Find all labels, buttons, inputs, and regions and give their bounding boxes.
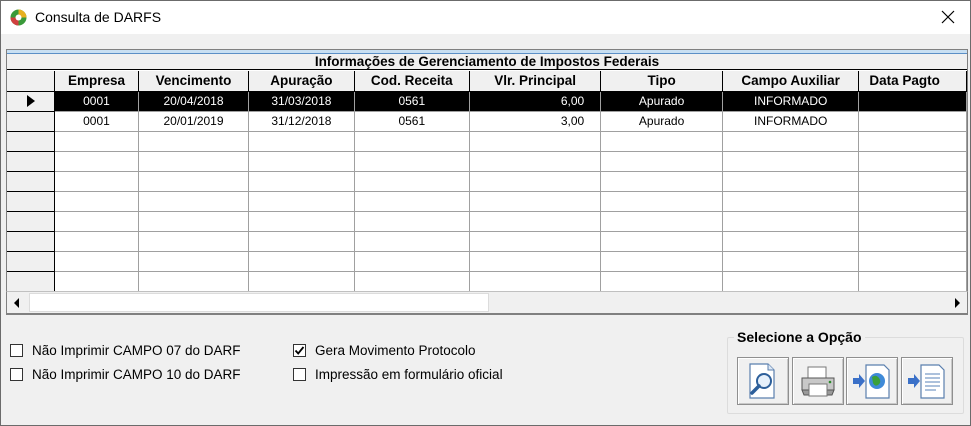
horizontal-scrollbar[interactable] — [6, 291, 968, 314]
table-header-row: Empresa Vencimento Apuração Cod. Receita… — [7, 71, 967, 92]
select-option-label: Selecione a Opção — [734, 329, 865, 345]
grid-banner: Informações de Gerenciamento de Impostos… — [7, 50, 967, 70]
cell-vlr-principal[interactable]: 6,00 — [469, 91, 602, 112]
current-row-arrow-icon — [27, 95, 35, 107]
checkbox-box[interactable] — [293, 368, 306, 381]
print-button[interactable] — [792, 357, 844, 405]
checkbox-label: Não Imprimir CAMPO 07 do DARF — [32, 343, 241, 358]
cell-data-pagto[interactable] — [858, 111, 967, 132]
nao-imprimir-campo-10-checkbox[interactable]: Não Imprimir CAMPO 10 do DARF — [10, 367, 241, 382]
row-indicator — [7, 111, 56, 132]
scroll-left-button[interactable] — [8, 294, 26, 312]
table-row[interactable]: 0001 20/04/2018 31/03/2018 0561 6,00 Apu… — [7, 91, 967, 112]
row-indicator-header — [7, 71, 56, 92]
empty-row — [7, 231, 967, 252]
checkbox-box[interactable] — [10, 344, 23, 357]
column-header[interactable]: Empresa — [54, 71, 139, 92]
export-document-button[interactable] — [901, 357, 953, 405]
checkbox-box[interactable] — [10, 368, 23, 381]
cell-apuracao[interactable]: 31/12/2018 — [248, 111, 355, 132]
scroll-left-icon — [14, 298, 19, 308]
cell-vlr-principal[interactable]: 3,00 — [469, 111, 602, 132]
table-row[interactable]: 0001 20/01/2019 31/12/2018 0561 3,00 Apu… — [7, 111, 967, 132]
export-web-icon — [853, 364, 890, 399]
cell-apuracao[interactable]: 31/03/2018 — [248, 91, 355, 112]
column-header[interactable]: Cod. Receita — [354, 71, 471, 92]
scroll-right-icon — [955, 298, 960, 308]
nao-imprimir-campo-07-checkbox[interactable]: Não Imprimir CAMPO 07 do DARF — [10, 343, 241, 358]
preview-icon — [749, 363, 775, 399]
cell-data-pagto[interactable] — [858, 91, 967, 112]
window-title: Consulta de DARFS — [35, 9, 162, 25]
cell-vencimento[interactable]: 20/01/2019 — [138, 111, 250, 132]
checkbox-label: Gera Movimento Protocolo — [315, 343, 476, 358]
empty-row — [7, 251, 967, 272]
column-header[interactable]: Apuração — [248, 71, 355, 92]
empty-row — [7, 171, 967, 192]
scroll-thumb[interactable] — [29, 293, 489, 312]
darf-grid[interactable]: Informações de Gerenciamento de Impostos… — [6, 49, 968, 315]
grid-banner-title: Informações de Gerenciamento de Impostos… — [314, 54, 660, 69]
impressao-formulario-oficial-checkbox[interactable]: Impressão em formulário oficial — [293, 367, 503, 382]
cell-campo-auxiliar[interactable]: INFORMADO — [722, 111, 860, 132]
darf-table: Empresa Vencimento Apuração Cod. Receita… — [7, 71, 967, 292]
preview-button[interactable] — [737, 357, 789, 405]
app-logo-icon — [10, 9, 27, 26]
empty-row — [7, 131, 967, 152]
darfs-window: Consulta de DARFS Informações de Gerenci… — [0, 0, 971, 426]
cell-cod-receita[interactable]: 0561 — [354, 111, 471, 132]
gera-movimento-protocolo-checkbox[interactable]: Gera Movimento Protocolo — [293, 343, 476, 358]
printer-icon — [801, 366, 835, 397]
checkbox-box[interactable] — [293, 344, 306, 357]
cell-campo-auxiliar[interactable]: INFORMADO — [722, 91, 860, 112]
cell-tipo[interactable]: Apurado — [600, 111, 723, 132]
column-header[interactable]: Vlr. Principal — [469, 71, 602, 92]
empty-row — [7, 191, 967, 212]
empty-row — [7, 151, 967, 172]
cell-empresa[interactable]: 0001 — [54, 91, 139, 112]
column-header[interactable]: Data Pagto — [858, 71, 967, 92]
close-button[interactable] — [925, 1, 971, 33]
column-header[interactable]: Campo Auxiliar — [722, 71, 860, 92]
column-header[interactable]: Tipo — [600, 71, 723, 92]
empty-row — [7, 271, 967, 292]
checkmark-icon — [294, 346, 305, 355]
cell-empresa[interactable]: 0001 — [54, 111, 139, 132]
cell-tipo[interactable]: Apurado — [600, 91, 723, 112]
export-web-button[interactable] — [846, 357, 898, 405]
column-header[interactable]: Vencimento — [138, 71, 250, 92]
close-icon — [941, 10, 955, 24]
scroll-right-button[interactable] — [948, 294, 966, 312]
title-bar: Consulta de DARFS — [1, 1, 970, 34]
cell-vencimento[interactable]: 20/04/2018 — [138, 91, 250, 112]
row-indicator — [7, 91, 56, 112]
empty-row — [7, 211, 967, 232]
cell-cod-receita[interactable]: 0561 — [354, 91, 471, 112]
checkbox-label: Não Imprimir CAMPO 10 do DARF — [32, 367, 241, 382]
checkbox-label: Impressão em formulário oficial — [315, 367, 503, 382]
export-document-icon — [908, 364, 945, 399]
